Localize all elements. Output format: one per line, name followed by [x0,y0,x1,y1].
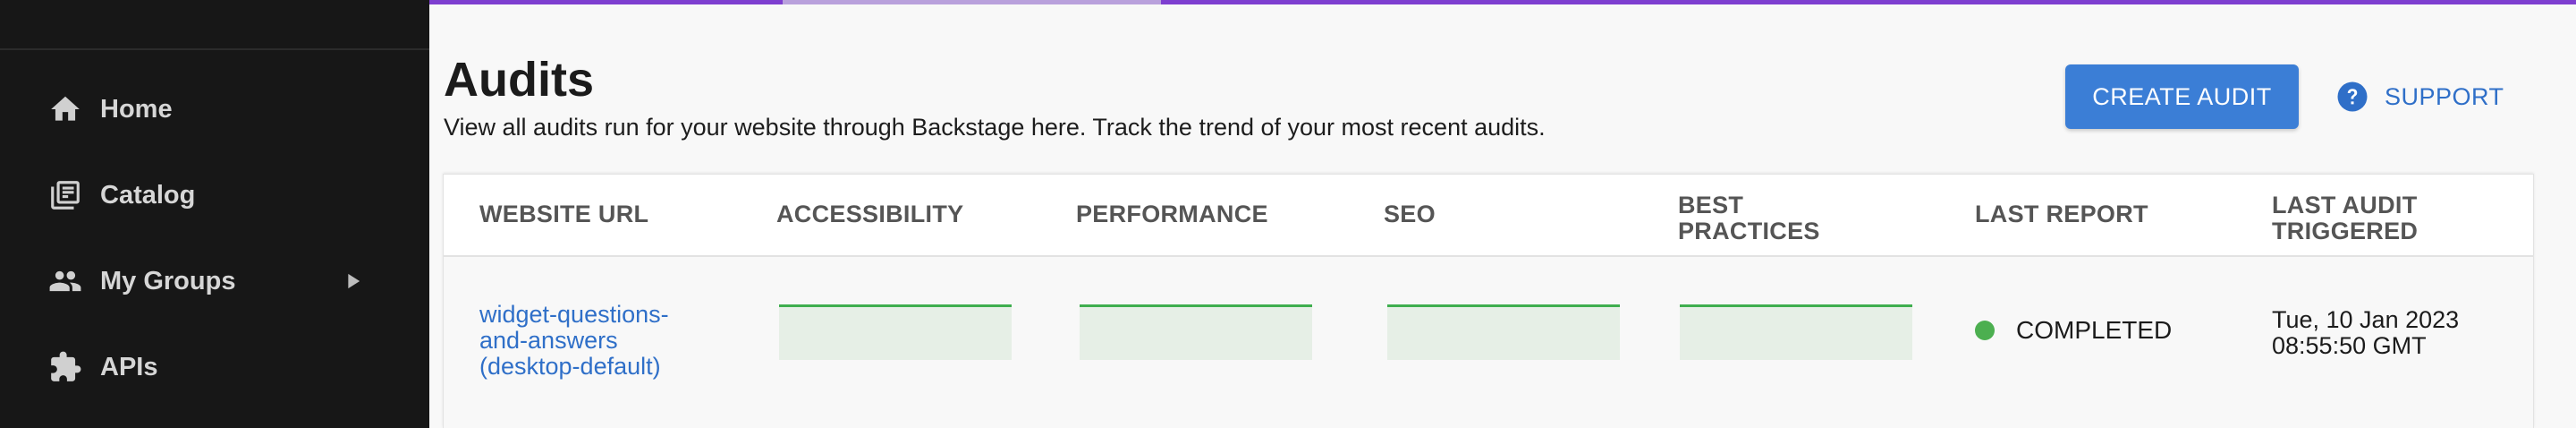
sidebar-item-label: Catalog [100,180,196,210]
status-text: COMPLETED [2016,316,2173,344]
help-icon [2337,81,2368,112]
last-report-status: COMPLETED [1975,316,2172,345]
sidebar: Home Catalog My Groups APIs [0,0,429,428]
page-subtitle: View all audits run for your website thr… [444,114,1546,141]
home-icon [48,92,82,126]
column-header-last-report[interactable]: LAST REPORT [1975,201,2148,227]
support-button[interactable]: SUPPORT [2336,77,2504,116]
sidebar-item-apis[interactable]: APIs [0,324,429,410]
column-header-website-url[interactable]: WEBSITE URL [479,201,648,227]
groups-icon [48,264,82,298]
column-header-performance[interactable]: PERFORMANCE [1076,201,1268,227]
performance-sparkline [1080,304,1312,360]
column-header-last-audit-triggered[interactable]: LAST AUDIT TRIGGERED [2272,193,2451,244]
column-header-best-practices[interactable]: BEST PRACTICES [1678,193,1857,244]
best-practices-sparkline [1680,304,1912,360]
sidebar-divider [0,48,429,50]
column-header-seo[interactable]: SEO [1384,201,1436,227]
sidebar-item-home[interactable]: Home [0,66,429,152]
sidebar-item-my-groups[interactable]: My Groups [0,238,429,324]
progress-bar-segment [429,0,783,4]
progress-bar-segment [1161,0,2576,4]
sparkline-area [779,306,1012,360]
column-header-accessibility[interactable]: ACCESSIBILITY [776,201,963,227]
sparkline-line [1080,304,1312,307]
last-audit-triggered: Tue, 10 Jan 2023 08:55:50 GMT [2272,306,2460,359]
chevron-right-icon[interactable] [340,269,365,294]
audits-table: WEBSITE URL ACCESSIBILITY PERFORMANCE SE… [443,174,2534,428]
sidebar-item-label: Home [100,94,173,124]
catalog-icon [48,178,82,212]
page-title: Audits [444,53,594,107]
table-row: widget-questions-and-answers (desktop-de… [444,257,2533,428]
create-audit-button[interactable]: CREATE AUDIT [2065,64,2299,129]
sidebar-item-label: My Groups [100,266,236,295]
sparkline-line [779,304,1012,307]
support-label: SUPPORT [2385,82,2504,110]
sidebar-item-catalog[interactable]: Catalog [0,152,429,238]
website-url-link[interactable]: widget-questions-and-answers (desktop-de… [479,302,712,380]
sparkline-line [1387,304,1620,307]
sparkline-area [1080,306,1312,360]
table-header: WEBSITE URL ACCESSIBILITY PERFORMANCE SE… [444,175,2533,257]
sparkline-area [1680,306,1912,360]
sparkline-line [1680,304,1912,307]
seo-sparkline [1387,304,1620,360]
status-dot-icon [1975,321,1995,340]
sidebar-item-label: APIs [100,352,158,381]
accessibility-sparkline [779,304,1012,360]
sparkline-area [1387,306,1620,360]
loading-progress-bar [429,0,2576,4]
puzzle-icon [48,350,82,384]
